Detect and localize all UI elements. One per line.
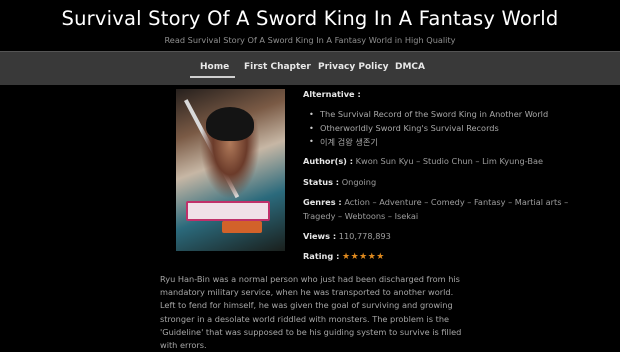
nav-privacy-policy[interactable]: Privacy Policy: [318, 62, 389, 72]
alternative-label: Alternative :: [303, 89, 361, 99]
star-icon[interactable]: ★: [359, 252, 368, 262]
cover-logo: [176, 199, 285, 237]
genres-value[interactable]: Action – Adventure – Comedy – Fantasy – …: [344, 197, 568, 207]
nav-active-indicator: [190, 76, 235, 78]
star-icon[interactable]: ★: [368, 252, 377, 262]
rating-stars[interactable]: ★★★★★: [342, 252, 385, 262]
status-value: Ongoing: [341, 177, 377, 187]
status-row: Status : Ongoing: [303, 177, 376, 187]
nav-home[interactable]: Home: [200, 62, 229, 72]
cover-image[interactable]: [176, 89, 285, 251]
views-row: Views : 110,778,893: [303, 231, 391, 241]
alternative-title: 이계 검왕 생존기: [309, 136, 548, 150]
site-tagline: Read Survival Story Of A Sword King In A…: [164, 35, 456, 45]
rating-row: Rating : ★★★★★: [303, 251, 385, 262]
alternative-titles: The Survival Record of the Sword King in…: [309, 109, 548, 150]
views-value: 110,778,893: [338, 231, 391, 241]
views-label: Views :: [303, 231, 337, 241]
star-icon[interactable]: ★: [342, 252, 351, 262]
star-icon[interactable]: ★: [376, 252, 385, 262]
cover-hair-art: [206, 107, 254, 141]
genres-value-continued[interactable]: Tragedy – Webtoons – Isekai: [303, 211, 418, 221]
alternative-title: Otherworldly Sword King's Survival Recor…: [309, 123, 548, 137]
status-label: Status :: [303, 177, 340, 187]
authors-row: Author(s) : Kwon Sun Kyu – Studio Chun –…: [303, 156, 543, 166]
main-navbar: Home First Chapter Privacy Policy DMCA: [0, 51, 620, 85]
site-header: Survival Story Of A Sword King In A Fant…: [0, 0, 620, 51]
nav-first-chapter[interactable]: First Chapter: [244, 62, 311, 72]
synopsis: Ryu Han-Bin was a normal person who just…: [160, 274, 462, 351]
nav-dmca[interactable]: DMCA: [395, 62, 425, 72]
alternative-title: The Survival Record of the Sword King in…: [309, 109, 548, 123]
rating-label: Rating :: [303, 251, 340, 261]
star-icon[interactable]: ★: [351, 252, 360, 262]
authors-label: Author(s) :: [303, 156, 354, 166]
genres-row: Genres : Action – Adventure – Comedy – F…: [303, 197, 568, 207]
site-title[interactable]: Survival Story Of A Sword King In A Fant…: [0, 0, 620, 30]
genres-label: Genres :: [303, 197, 342, 207]
authors-value: Kwon Sun Kyu – Studio Chun – Lim Kyung-B…: [355, 156, 544, 166]
